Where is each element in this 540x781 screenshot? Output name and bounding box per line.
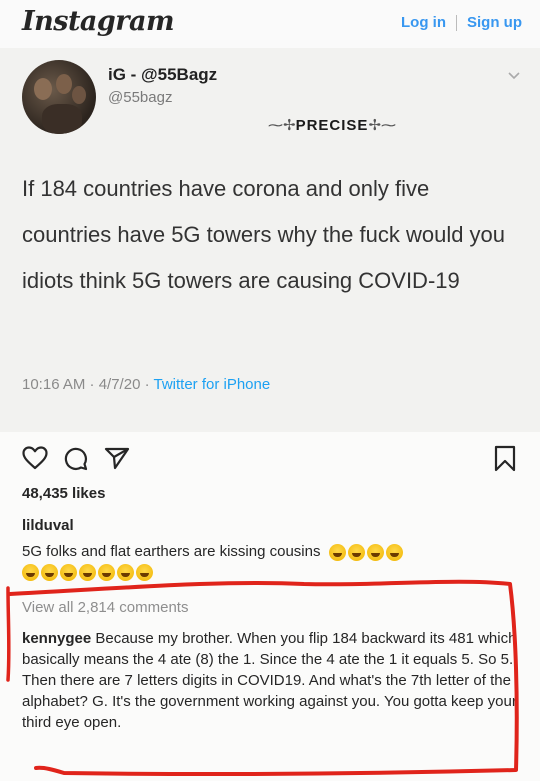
auth-links: Log in Sign up bbox=[401, 14, 522, 32]
tweet-screenshot: iG - @55Bagz @55bagz ⁓✢PRECISE✢⁓ If 184 … bbox=[0, 48, 540, 432]
tweet-source[interactable]: Twitter for iPhone bbox=[153, 376, 270, 393]
laughing-emoji-row bbox=[22, 564, 155, 582]
watermark: ⁓✢PRECISE✢⁓ bbox=[268, 117, 397, 134]
tweet-meta: 10:16 AM · 4/7/20 · Twitter for iPhone bbox=[22, 376, 270, 393]
laughing-emoji-icon bbox=[385, 543, 403, 561]
tweet-handle[interactable]: @55bagz bbox=[108, 89, 172, 106]
comment-username[interactable]: kennygee bbox=[22, 630, 91, 647]
signup-link[interactable]: Sign up bbox=[467, 14, 522, 31]
laughing-emoji-icon bbox=[136, 564, 153, 582]
comment-icon[interactable] bbox=[63, 446, 88, 471]
share-icon[interactable] bbox=[104, 446, 130, 470]
caption-username[interactable]: lilduval bbox=[22, 517, 74, 534]
laughing-emoji-icon bbox=[22, 564, 39, 582]
post-footer: 48,435 likes lilduval 5G folks and flat … bbox=[0, 432, 540, 781]
laughing-emoji-icon bbox=[79, 564, 96, 582]
laughing-emoji-icon bbox=[98, 564, 115, 582]
instagram-header: Instagram Log in Sign up bbox=[0, 0, 540, 48]
laughing-emoji-icon bbox=[347, 543, 365, 561]
laughing-emoji-icon bbox=[60, 564, 77, 582]
caption: 5G folks and flat earthers are kissing c… bbox=[22, 543, 405, 561]
chevron-down-icon[interactable] bbox=[506, 68, 522, 84]
heart-icon[interactable] bbox=[22, 446, 48, 470]
laughing-emoji-icon bbox=[328, 543, 346, 561]
bookmark-icon[interactable] bbox=[494, 445, 516, 472]
instagram-logo[interactable]: Instagram bbox=[22, 6, 175, 37]
tweet-text: If 184 countries have corona and only fi… bbox=[22, 176, 506, 293]
likes-count[interactable]: 48,435 likes bbox=[22, 485, 105, 502]
caption-text: 5G folks and flat earthers are kissing c… bbox=[22, 543, 321, 560]
comment-text: Because my brother. When you flip 184 ba… bbox=[22, 630, 517, 731]
laughing-emoji-icon bbox=[366, 543, 384, 561]
watermark-text: PRECISE bbox=[295, 117, 369, 134]
view-all-comments-link[interactable]: View all 2,814 comments bbox=[22, 599, 188, 616]
comment: kennygee Because my brother. When you fl… bbox=[22, 628, 518, 733]
tweet-display-name[interactable]: iG - @55Bagz bbox=[108, 65, 217, 85]
laughing-emoji-group bbox=[328, 543, 405, 561]
tweet-time: 10:16 AM · 4/7/20 · bbox=[22, 376, 154, 393]
avatar[interactable] bbox=[22, 60, 96, 134]
laughing-emoji-icon bbox=[41, 564, 58, 582]
laughing-emoji-icon bbox=[117, 564, 134, 582]
divider bbox=[456, 15, 457, 32]
login-link[interactable]: Log in bbox=[401, 14, 446, 31]
